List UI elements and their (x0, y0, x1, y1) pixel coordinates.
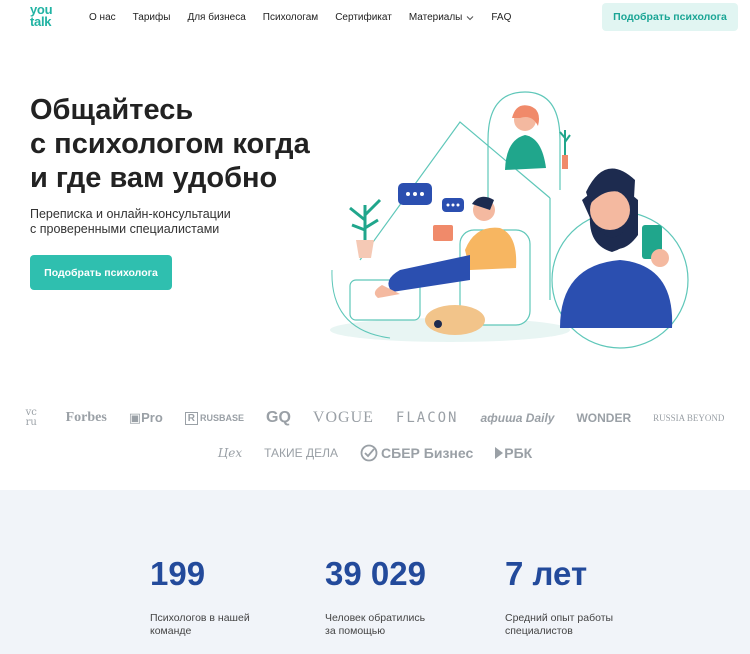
nav-psychologists[interactable]: Психологам (263, 12, 318, 23)
nav-pricing[interactable]: Тарифы (133, 12, 171, 23)
nav-about[interactable]: О нас (89, 12, 116, 23)
press-logo-rbk: РБК (495, 445, 532, 461)
press-logo-vogue: VOGUE (312, 409, 374, 426)
find-psychologist-header-button[interactable]: Подобрать психолога (602, 3, 738, 31)
nav-materials[interactable]: Материалы (409, 12, 475, 23)
press-logo-gq: GQ (266, 409, 291, 426)
press-logo-pro: ▣Pro (128, 410, 163, 425)
rbk-mark-icon (495, 447, 504, 459)
nav-certificate[interactable]: Сертификат (335, 12, 392, 23)
stat-label: Средний опыт работы специалистов (505, 612, 614, 637)
press-logo-vcru: vc ru (25, 407, 37, 428)
sber-check-icon (360, 444, 378, 462)
stat-value: 199 (150, 555, 206, 592)
stat-experience: 7 лет Средний опыт работы специалистов (505, 554, 635, 638)
press-logo-russia-beyond: RUSSIA BEYOND (653, 413, 725, 423)
press-logo-afisha-daily: афиша Daily (480, 411, 555, 425)
nav-business[interactable]: Для бизнеса (187, 12, 245, 23)
stat-label: Человек обратились за помощью (325, 612, 426, 637)
hero-subtitle: Переписка и онлайн-консультации с провер… (30, 207, 231, 236)
stat-psychologists: 199 Психологов в нашей команде (150, 554, 280, 638)
youtalk-logo[interactable]: you talk (30, 3, 64, 29)
press-logo-takie-dela: ТАКИЕ ДЕЛА (264, 446, 339, 460)
press-logo-flacon: FLACON (395, 410, 459, 426)
press-logo-forbes: Forbes (65, 410, 107, 425)
press-logos-row-2: Цех ТАКИЕ ДЕЛА СБЕР Бизнес РБК (0, 444, 750, 462)
stat-clients: 39 029 Человек обратились за помощью (325, 554, 455, 638)
logo-line-2: talk (30, 14, 52, 29)
stats-section: 199 Психологов в нашей команде 39 029 Че… (0, 490, 750, 654)
stat-value: 7 лет (505, 555, 588, 592)
find-psychologist-hero-button[interactable]: Подобрать психолога (30, 255, 172, 290)
chevron-down-icon (466, 15, 474, 20)
stat-label: Психологов в нашей команде (150, 612, 250, 637)
press-logo-tseh: Цех (217, 446, 243, 460)
nav-faq[interactable]: FAQ (491, 12, 511, 23)
hero-illustration (330, 91, 689, 349)
main-nav: О нас Тарифы Для бизнеса Психологам Серт… (89, 12, 528, 23)
press-logo-wonder: WONDER (576, 411, 632, 425)
press-logo-rusbase: R RUSBASE (184, 411, 244, 425)
stat-value: 39 029 (325, 555, 426, 592)
hero-title: Общайтесь с психологом когда и где вам у… (30, 94, 310, 194)
press-logos-row-1: vc ru Forbes ▣Pro R RUSBASE GQ VOGUE FLAC… (0, 408, 750, 428)
site-header: you talk О нас Тарифы Для бизнеса Психол… (0, 0, 750, 36)
press-logo-sber-business: СБЕР Бизнес (360, 444, 473, 462)
